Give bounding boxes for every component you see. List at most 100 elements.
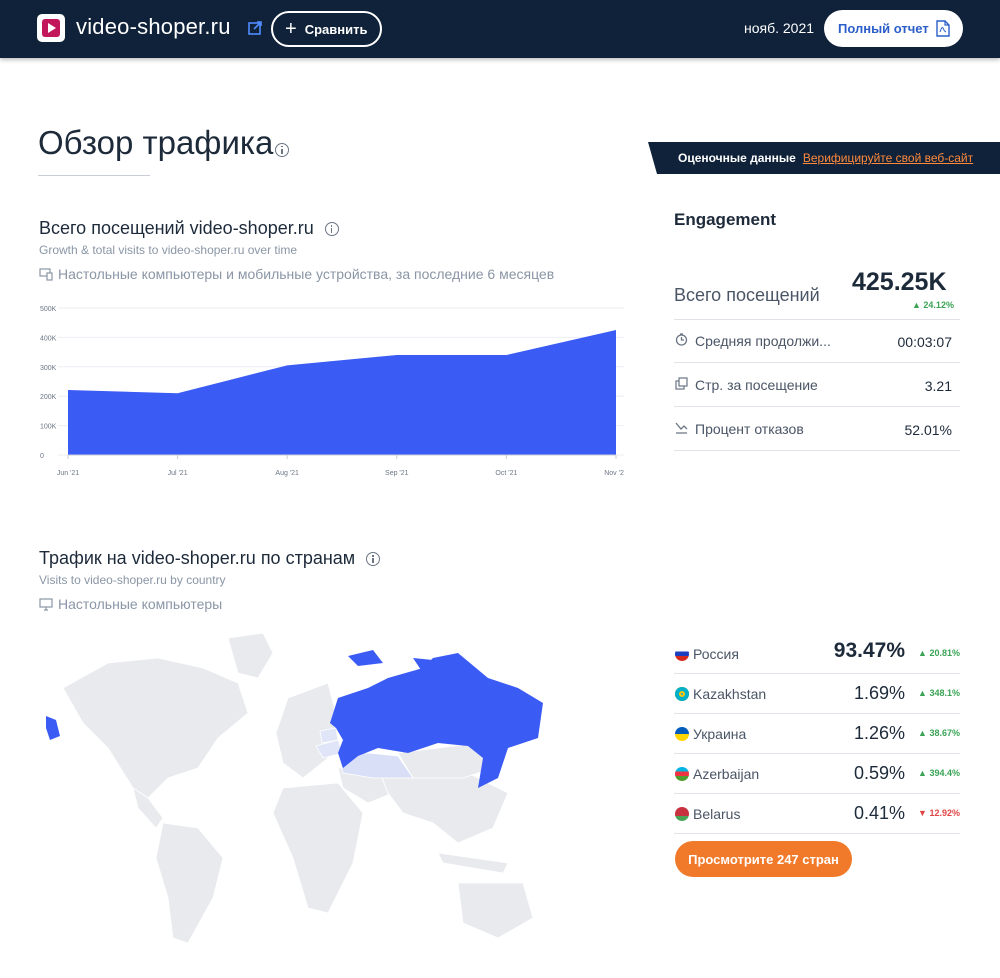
- visits-area-chart: 0 100K 200K 300K 400K 500K Jun '21 Jul '21 Aug '…: [40, 306, 624, 477]
- pages-icon: [675, 377, 688, 390]
- map-north-america: [62, 657, 249, 799]
- external-link-icon[interactable]: [248, 21, 262, 35]
- y-tick-label: 200K: [40, 394, 57, 401]
- country-change: ▲ 394.4%: [918, 768, 960, 778]
- y-tick-label: 300K: [40, 365, 57, 372]
- country-change: ▲ 38.67%: [918, 728, 960, 738]
- country-name: Azerbaijan: [693, 766, 760, 782]
- x-tick-label: Jul '21: [168, 470, 188, 477]
- country-change-value: 348.1%: [929, 688, 960, 698]
- visits-device-label: Настольные компьютеры и мобильные устрой…: [58, 266, 555, 282]
- y-tick-label: 400K: [40, 335, 57, 342]
- total-visits-change: ▲ 24.12%: [912, 300, 954, 310]
- engagement-divider: [674, 450, 960, 451]
- pages-per-visit-value: 3.21: [924, 378, 952, 394]
- visits-subtitle: Growth & total visits to video-shoper.ru…: [39, 243, 298, 257]
- map-indonesia: [437, 852, 509, 874]
- flag-russia-icon: [675, 647, 689, 661]
- total-visits-label: Всего посещений: [674, 285, 820, 305]
- pages-per-visit-label: Стр. за посещение: [695, 377, 818, 393]
- clock-icon: [675, 333, 688, 346]
- country-share: 0.59%: [853, 763, 905, 783]
- map-south-america: [155, 822, 224, 944]
- countries-section-title: Трафик на video-shoper.ru по странам: [39, 548, 381, 569]
- x-tick-label: Sep '21: [385, 470, 409, 477]
- countries-device-filter: Настольные компьютеры: [39, 596, 222, 612]
- y-tick-label: 100K: [40, 424, 57, 431]
- full-report-button[interactable]: Полный отчет: [824, 10, 963, 47]
- countries-title-prefix: Трафик на: [39, 548, 127, 568]
- info-icon[interactable]: [275, 142, 289, 157]
- avg-duration-value: 00:03:07: [897, 334, 953, 350]
- y-tick-label: 500K: [40, 306, 57, 313]
- top-bar: video-shoper.ru + Сравнить нояб. 2021 Пол…: [0, 0, 1000, 58]
- total-change-value: 24.12%: [923, 300, 954, 310]
- bounce-rate-label: Процент отказов: [695, 421, 804, 437]
- engagement-divider: [674, 319, 960, 320]
- flag-belarus-icon: [675, 807, 689, 821]
- map-australia: [457, 882, 534, 939]
- country-share: 1.26%: [853, 723, 905, 743]
- estimated-data-banner: Оценочные данные Верифицируйте свой веб-…: [648, 142, 1000, 174]
- country-change-value: 12.92%: [929, 808, 960, 818]
- country-row[interactable]: Россия 93.47% ▲ 20.81%: [674, 634, 960, 674]
- country-name: Belarus: [693, 806, 741, 822]
- title-divider: [38, 175, 150, 176]
- site-name[interactable]: video-shoper.ru: [76, 14, 231, 40]
- verify-site-link[interactable]: Верифицируйте свой веб-сайт: [803, 151, 973, 165]
- country-name: Kazakhstan: [693, 686, 767, 702]
- x-tick-label: Aug '21: [275, 470, 299, 477]
- info-icon[interactable]: [366, 552, 381, 567]
- full-report-label: Полный отчет: [838, 21, 929, 36]
- country-change-value: 394.4%: [929, 768, 960, 778]
- flag-kazakhstan-icon: [675, 687, 689, 701]
- visits-title-site: video-shoper.ru: [189, 218, 314, 238]
- visits-title-prefix: Всего посещений: [39, 218, 185, 238]
- engagement-title: Engagement: [674, 210, 777, 229]
- info-icon[interactable]: [324, 222, 339, 237]
- engagement-divider: [674, 406, 960, 407]
- countries-title-site: video-shoper.ru: [131, 548, 256, 568]
- engagement-divider: [674, 362, 960, 363]
- visits-area: [68, 329, 616, 455]
- country-row[interactable]: Kazakhstan 1.69% ▲ 348.1%: [674, 674, 960, 714]
- total-visits-value: 425.25K: [852, 268, 947, 296]
- country-change-value: 38.67%: [929, 728, 960, 738]
- country-change: ▲ 348.1%: [918, 688, 960, 698]
- country-share: 93.47%: [833, 639, 905, 662]
- flag-azerbaijan-icon: [675, 767, 689, 781]
- country-share: 1.69%: [853, 683, 905, 703]
- desktop-icon: [39, 598, 53, 611]
- country-share: 0.41%: [853, 803, 905, 823]
- country-row[interactable]: Belarus 0.41% ▼ 12.92%: [674, 794, 960, 834]
- banner-text: Оценочные данные: [678, 151, 796, 165]
- y-tick-label: 0: [40, 453, 44, 460]
- avg-duration-label: Средняя продолжи...: [695, 333, 831, 349]
- pdf-icon: [936, 20, 950, 37]
- view-all-countries-button[interactable]: Просмотрите 247 стран: [675, 841, 852, 877]
- countries-subtitle: Visits to video-shoper.ru by country: [39, 573, 226, 587]
- world-map[interactable]: [38, 628, 548, 958]
- map-africa: [272, 782, 364, 914]
- country-change-value: 20.81%: [929, 648, 960, 658]
- bounce-rate-value: 52.01%: [904, 422, 952, 438]
- visits-section-title: Всего посещений video-shoper.ru: [39, 218, 339, 239]
- country-row[interactable]: Украина 1.26% ▲ 38.67%: [674, 714, 960, 754]
- map-greenland: [227, 632, 274, 679]
- country-name: Россия: [693, 646, 739, 662]
- plus-icon: +: [285, 18, 297, 40]
- countries-title-suffix: по странам: [260, 548, 356, 568]
- x-tick-label: Oct '21: [495, 470, 517, 477]
- devices-icon: [39, 268, 53, 281]
- map-belarus: [319, 727, 339, 744]
- x-tick-label: Nov '21: [604, 470, 624, 477]
- x-tick-label: Jun '21: [57, 470, 79, 477]
- country-row[interactable]: Azerbaijan 0.59% ▲ 394.4%: [674, 754, 960, 794]
- country-change: ▲ 20.81%: [918, 648, 960, 658]
- compare-label: Сравнить: [304, 21, 368, 37]
- bounce-icon: [675, 422, 688, 434]
- country-change: ▼ 12.92%: [918, 808, 960, 818]
- page-title: Обзор трафика: [38, 124, 274, 161]
- compare-button[interactable]: + Сравнить: [271, 11, 382, 47]
- date-selector[interactable]: нояб. 2021: [744, 20, 814, 36]
